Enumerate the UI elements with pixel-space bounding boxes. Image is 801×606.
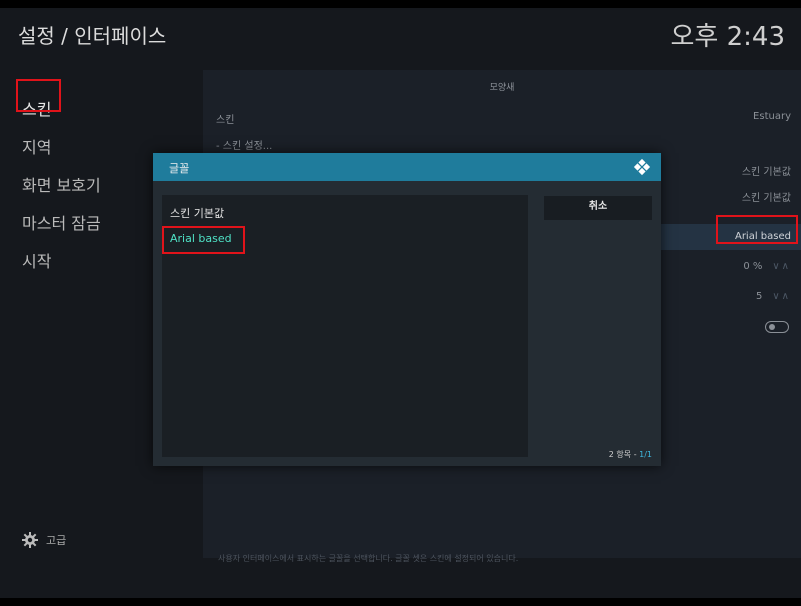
setting-label: - 스킨 설정... (216, 141, 273, 152)
item-count-label: 2 항목 - (608, 450, 640, 459)
setting-label: 스킨 (216, 115, 235, 126)
sidebar-item-startup[interactable]: 시작 (22, 248, 51, 272)
setting-value: 0 % (743, 261, 763, 272)
setting-value: 스킨 기본값 (741, 167, 791, 178)
item-count: 2 항목 - 1/1 (609, 449, 652, 460)
kodi-window: 설정 / 인터페이스 오후 2:43 스킨 지역 화면 보호기 마스터 잠금 시… (0, 8, 801, 598)
settings-level-label: 고급 (46, 534, 67, 547)
page-indicator: 1/1 (639, 450, 652, 459)
dialog-header: 글꼴 (153, 153, 661, 181)
list-item-skin-default[interactable]: 스킨 기본값 (170, 205, 224, 221)
settings-level-button[interactable]: 고급 (22, 532, 66, 548)
highlight-box-arial (162, 226, 245, 254)
dialog-title: 글꼴 (169, 162, 190, 175)
font-select-dialog: 글꼴 스킨 기본값 Arial based 취소 2 항목 - 1/1 (153, 153, 661, 466)
toggle-switch[interactable] (765, 321, 789, 333)
setting-value: 스킨 기본값 (741, 193, 791, 204)
spin-arrows-icon[interactable]: ∨∧ (772, 291, 791, 302)
kodi-logo-icon (633, 158, 651, 176)
sidebar-item-master-lock[interactable]: 마스터 잠금 (22, 210, 101, 234)
sidebar-item-region[interactable]: 지역 (22, 134, 51, 158)
page-title: 설정 / 인터페이스 (18, 24, 167, 48)
setting-value: Estuary (753, 111, 791, 122)
setting-value: 5 (755, 291, 763, 302)
setting-value-group: 0 % ∨∧ (743, 261, 791, 272)
setting-value-group: 5 ∨∧ (756, 291, 791, 302)
highlight-box-font-value (716, 215, 798, 244)
gear-icon (22, 532, 38, 548)
spin-arrows-icon[interactable]: ∨∧ (772, 261, 791, 272)
cancel-button[interactable]: 취소 (544, 196, 652, 220)
clock: 오후 2:43 (670, 22, 786, 52)
setting-description: 사용자 인터페이스에서 표시하는 글꼴을 선택합니다. 글꼴 셋은 스킨에 설정… (218, 554, 519, 563)
section-title: 모양새 (489, 83, 515, 93)
highlight-box-skin (16, 79, 61, 112)
setting-row-skin[interactable]: 스킨 Estuary (203, 104, 801, 130)
sidebar-item-screensaver[interactable]: 화면 보호기 (22, 172, 101, 196)
